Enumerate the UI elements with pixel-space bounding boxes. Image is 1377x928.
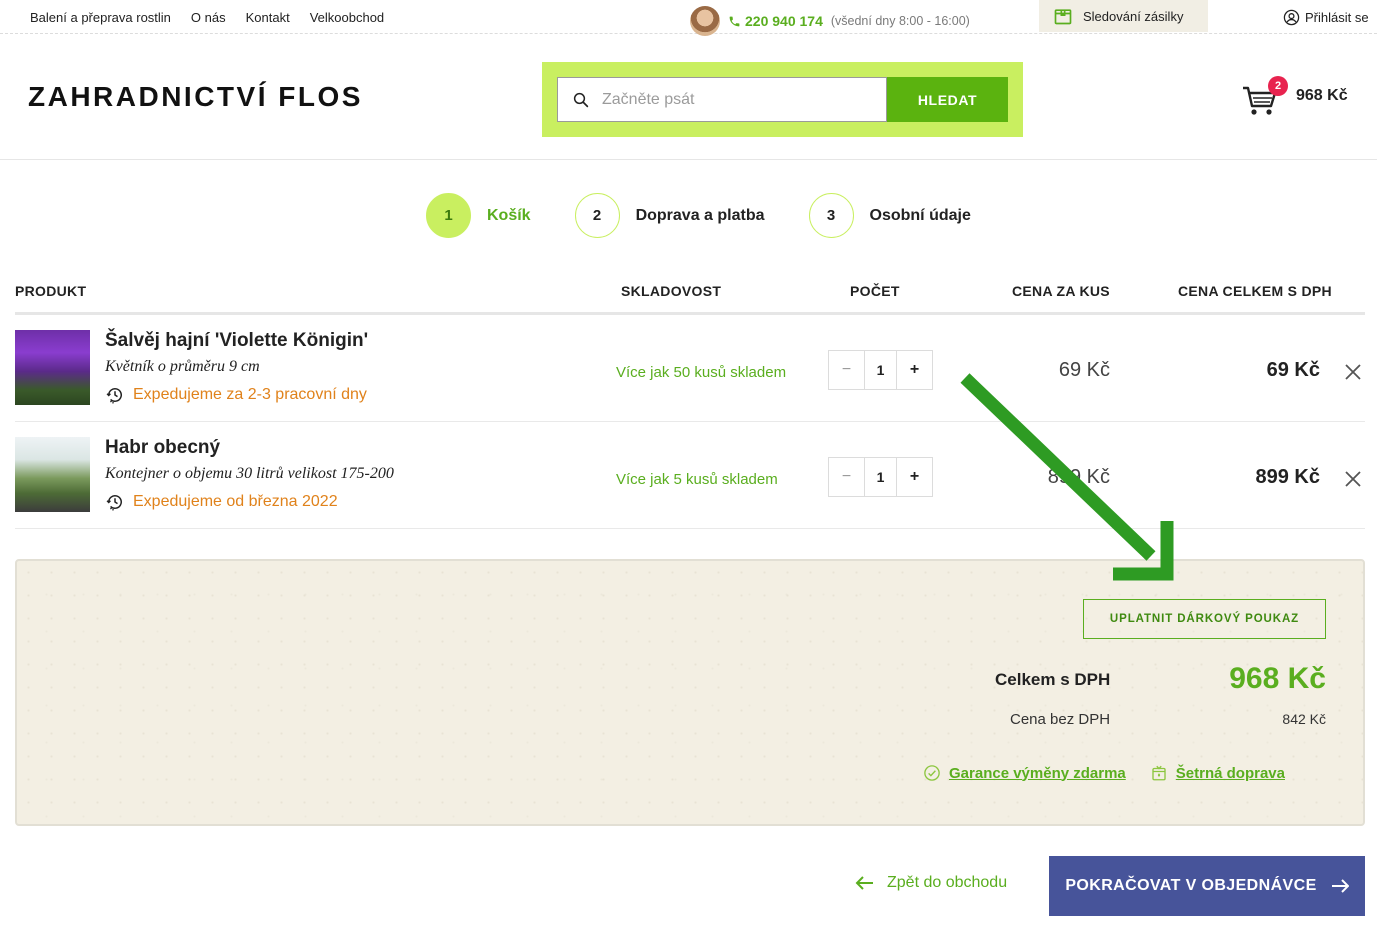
step-personal-details[interactable]: 3 Osobní údaje: [808, 193, 971, 238]
eco-shipping-link[interactable]: Šetrná doprava: [1176, 765, 1285, 782]
price-without-vat-label: Cena bez DPH: [1010, 711, 1111, 728]
top-nav-link-about[interactable]: O nás: [191, 10, 226, 25]
search-box: HLEDAT: [542, 62, 1023, 137]
unit-price: 69 Kč: [1058, 359, 1110, 381]
cart-icon-wrap: 2: [1240, 76, 1288, 116]
parcel-tracking-label: Sledování zásilky: [1083, 8, 1184, 24]
step-number: 1: [426, 193, 471, 238]
product-image[interactable]: [15, 437, 90, 512]
top-nav-link-packaging[interactable]: Balení a přeprava rostlin: [30, 10, 171, 25]
login-link[interactable]: Přihlásit se: [1283, 9, 1369, 26]
parcel-tracking-link[interactable]: Sledování zásilky: [1039, 0, 1208, 32]
clock-history-icon: [106, 388, 122, 404]
unit-price: 899 Kč: [1047, 466, 1110, 488]
clock-history-icon: [106, 495, 122, 511]
col-header-total-price: CENA CELKEM S DPH: [1178, 283, 1332, 299]
contact-phone: 220 940 174 (všední dny 8:00 - 16:00): [690, 6, 970, 36]
search-field: [557, 77, 887, 122]
product-variant: Kontejner o objemu 30 litrů velikost 175…: [105, 465, 394, 482]
continue-order-button[interactable]: POKRAČOVAT V OBJEDNÁVCE: [1049, 856, 1365, 916]
quantity-stepper: − +: [828, 457, 933, 497]
phone-hours: (všední dny 8:00 - 16:00): [830, 14, 970, 28]
search-icon: [573, 92, 589, 107]
step-label: Osobní údaje: [869, 206, 971, 224]
quantity-stepper: − +: [828, 350, 933, 390]
shipping-text: Expedujeme za 2-3 pracovní dny: [133, 386, 367, 403]
support-avatar: [690, 6, 720, 36]
product-name[interactable]: Šalvěj hajní 'Violette Königin': [105, 330, 368, 352]
top-nav-link-wholesale[interactable]: Velkoobchod: [310, 10, 384, 25]
quantity-input[interactable]: [864, 458, 897, 496]
step-label: Košík: [487, 206, 531, 224]
shipping-info: Expedujeme za 2-3 pracovní dny: [105, 385, 367, 405]
col-header-stock: SKLADOVOST: [621, 283, 722, 299]
product-name[interactable]: Habr obecný: [105, 437, 220, 459]
arrow-right-icon: [1331, 879, 1349, 893]
cart-count-badge: 2: [1268, 76, 1288, 96]
step-number: 2: [574, 193, 620, 238]
col-header-product: PRODUKT: [15, 283, 87, 299]
guarantee-links: Garance výměny zdarma Šetrná doprava: [923, 764, 1285, 782]
product-image[interactable]: [15, 330, 90, 405]
close-icon: [1345, 364, 1361, 380]
back-to-shop-link[interactable]: Zpět do obchodu: [855, 874, 1007, 892]
step-label: Doprava a platba: [635, 206, 765, 224]
user-icon: [1283, 9, 1300, 26]
package-icon: [1054, 9, 1072, 25]
search-input[interactable]: [602, 90, 872, 109]
product-variant: Květník o průměru 9 cm: [105, 358, 260, 375]
cart-total: 968 Kč: [1296, 87, 1348, 104]
step-number: 3: [808, 193, 854, 238]
shipping-info: Expedujeme od března 2022: [105, 492, 338, 512]
login-label: Přihlásit se: [1305, 10, 1369, 25]
phone-number: 220 940 174: [745, 13, 823, 29]
price-without-vat: 842 Kč: [1282, 711, 1326, 727]
step-cart[interactable]: 1 Košík: [426, 193, 531, 238]
cart-table-header: PRODUKT SKLADOVOST POČET CENA ZA KUS CEN…: [15, 283, 1365, 315]
row-total-price: 899 Kč: [1255, 466, 1321, 488]
remove-item-button[interactable]: [1341, 467, 1365, 491]
checkout-steps: 1 Košík 2 Doprava a platba 3 Osobní údaj…: [426, 193, 1015, 238]
continue-order-label: POKRAČOVAT V OBJEDNÁVCE: [1065, 877, 1317, 894]
stock-status: Více jak 5 kusů skladem: [616, 471, 778, 488]
site-logo[interactable]: ZAHRADNICTVÍ FLOS: [28, 81, 363, 113]
step-shipping-payment[interactable]: 2 Doprava a platba: [574, 193, 765, 238]
check-circle-icon: [924, 765, 940, 781]
row-total-price: 69 Kč: [1266, 359, 1320, 381]
site-header: ZAHRADNICTVÍ FLOS HLEDAT 2 968 Kč: [0, 34, 1377, 160]
quantity-decrease-button[interactable]: −: [829, 458, 864, 496]
top-nav-link-contact[interactable]: Kontakt: [246, 10, 290, 25]
cart-summary-panel: UPLATNIT DÁRKOVÝ POUKAZ Celkem s DPH 968…: [15, 559, 1365, 826]
exchange-guarantee-link[interactable]: Garance výměny zdarma: [949, 765, 1126, 782]
quantity-input[interactable]: [864, 351, 897, 389]
quantity-increase-button[interactable]: +: [897, 351, 932, 389]
stock-status: Více jak 50 kusů skladem: [616, 364, 787, 381]
top-nav: Balení a přeprava rostlin O nás Kontakt …: [30, 10, 384, 25]
remove-item-button[interactable]: [1341, 360, 1365, 384]
back-to-shop-label: Zpět do obchodu: [887, 874, 1008, 891]
quantity-decrease-button[interactable]: −: [829, 351, 864, 389]
shipping-text: Expedujeme od března 2022: [133, 493, 338, 510]
close-icon: [1345, 471, 1361, 487]
apply-voucher-button[interactable]: UPLATNIT DÁRKOVÝ POUKAZ: [1083, 599, 1326, 639]
table-row: Habr obecný Kontejner o objemu 30 litrů …: [15, 422, 1365, 529]
phone-link[interactable]: 220 940 174: [728, 13, 823, 29]
cart-summary[interactable]: 2 968 Kč: [1240, 76, 1348, 116]
arrow-left-icon: [855, 876, 873, 890]
eco-box-icon: [1152, 765, 1166, 781]
search-button[interactable]: HLEDAT: [887, 77, 1008, 122]
total-with-vat-label: Celkem s DPH: [995, 670, 1111, 689]
col-header-quantity: POČET: [850, 283, 900, 299]
top-bar: Balení a přeprava rostlin O nás Kontakt …: [0, 0, 1377, 36]
phone-icon: [729, 16, 740, 26]
table-row: Šalvěj hajní 'Violette Königin' Květník …: [15, 315, 1365, 422]
quantity-increase-button[interactable]: +: [897, 458, 932, 496]
col-header-unit-price: CENA ZA KUS: [1012, 283, 1110, 299]
total-with-vat: 968 Kč: [1229, 662, 1326, 695]
